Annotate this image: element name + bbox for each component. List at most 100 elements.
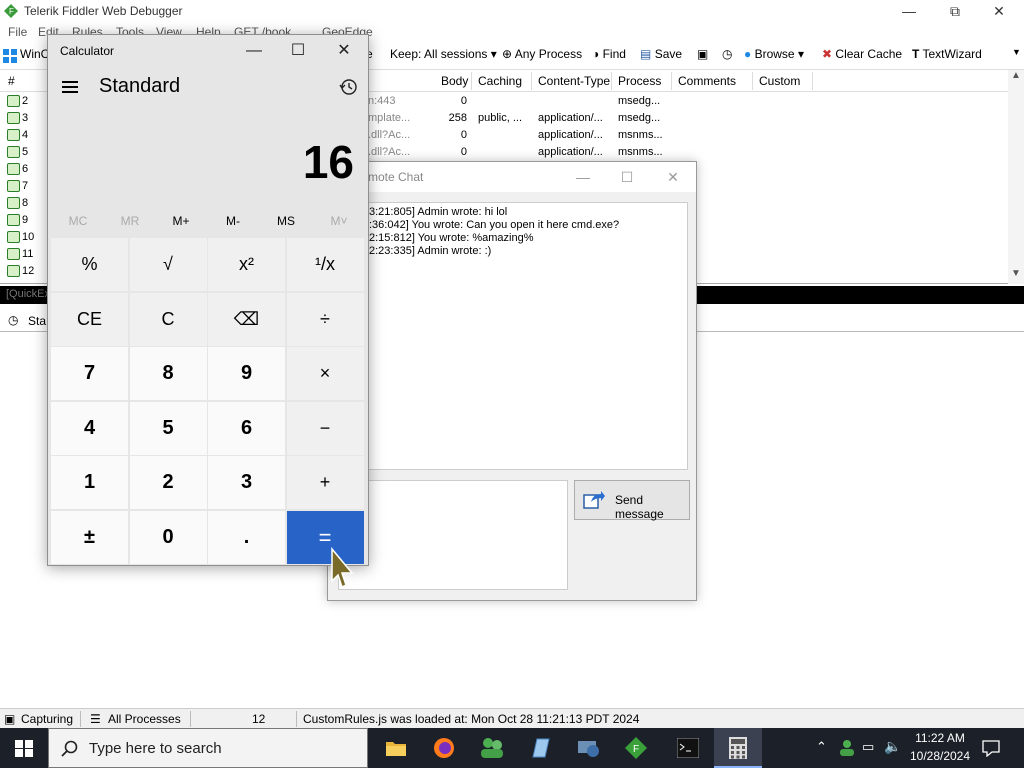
multiply-button[interactable]: × — [286, 347, 364, 400]
sessions-scrollbar[interactable]: ▲ ▼ — [1008, 70, 1024, 284]
memory-button-1[interactable]: MR — [105, 214, 155, 228]
col-process[interactable]: Process — [618, 74, 661, 88]
fiddler-minimize-button[interactable]: — — [886, 0, 932, 22]
tab-statistics[interactable]: Sta — [28, 314, 46, 328]
col-comments[interactable]: Comments — [678, 74, 736, 88]
square-root-button[interactable]: √ — [129, 238, 207, 291]
chat-minimize-button[interactable]: — — [560, 166, 606, 188]
firefox-icon[interactable] — [420, 728, 468, 768]
chat-close-button[interactable]: ✕ — [650, 166, 696, 188]
timer-icon[interactable]: ◷ — [722, 47, 732, 61]
clear-cache-button[interactable]: ✖ Clear Cache — [822, 47, 902, 61]
decimal-button[interactable]: . — [208, 510, 285, 564]
session-process: msnms... — [618, 146, 663, 158]
screenshot-icon[interactable]: ▣ — [697, 47, 708, 61]
digit-6-button[interactable]: 6 — [208, 401, 285, 455]
capturing-icon[interactable]: ▣ — [4, 712, 15, 726]
square-button[interactable]: x² — [208, 238, 285, 291]
ie-icon: ● — [744, 47, 752, 61]
session-id: 12 — [22, 265, 35, 277]
binoculars-icon: ◑ — [592, 47, 600, 61]
status-processes[interactable]: All Processes — [108, 712, 181, 726]
notepad-icon[interactable] — [516, 728, 564, 768]
file-explorer-icon[interactable] — [372, 728, 420, 768]
digit-0-button[interactable]: 0 — [129, 510, 207, 564]
chat-message-input[interactable] — [338, 480, 568, 590]
reciprocal-button[interactable]: ¹/x — [286, 238, 364, 291]
tray-users-icon[interactable] — [838, 739, 856, 757]
clear-button[interactable]: C — [129, 292, 207, 346]
memory-button-2[interactable]: M+ — [156, 214, 206, 228]
digit-3-button[interactable]: 3 — [208, 456, 285, 509]
calculator-taskbar-icon[interactable] — [714, 728, 762, 768]
fiddler-close-button[interactable]: ✕ — [976, 0, 1022, 22]
digit-9-button[interactable]: 9 — [208, 347, 285, 400]
memory-button-3[interactable]: M- — [208, 214, 258, 228]
send-message-button[interactable]: Send message — [574, 480, 690, 521]
col-body[interactable]: Body — [441, 74, 468, 88]
menu-file[interactable]: File — [8, 25, 27, 39]
memory-button-5[interactable]: M˅ — [314, 214, 364, 228]
session-status-icon — [7, 197, 20, 209]
chat-log[interactable]: 3:21:805] Admin wrote: hi lol :36:042] Y… — [338, 202, 688, 470]
subtract-button[interactable]: − — [286, 401, 364, 455]
remote-icon[interactable] — [564, 728, 612, 768]
digit-2-button[interactable]: 2 — [129, 456, 207, 509]
save-button[interactable]: ▤ Save — [640, 47, 682, 61]
calc-close-button[interactable]: ✕ — [324, 41, 364, 61]
winconfig-button[interactable]: WinC — [20, 47, 49, 61]
users-icon[interactable] — [468, 728, 516, 768]
calculator-title: Calculator — [60, 44, 115, 58]
digit-4-button[interactable]: 4 — [51, 401, 128, 455]
fiddler-taskbar-icon[interactable]: F — [612, 728, 660, 768]
session-caching: public, ... — [478, 112, 523, 124]
volume-icon[interactable]: 🔈 — [884, 738, 901, 755]
session-status-icon — [7, 163, 20, 175]
col-content-type[interactable]: Content-Type — [538, 74, 610, 88]
toolbar-overflow-icon[interactable]: ▼ — [1012, 47, 1021, 57]
memory-row: MC MR M+ M- MS M˅ — [48, 211, 368, 235]
session-url: .dll?Ac... — [368, 129, 411, 141]
status-capturing[interactable]: Capturing — [21, 712, 73, 726]
clear-entry-button[interactable]: CE — [51, 292, 128, 346]
add-button[interactable]: + — [286, 456, 364, 509]
keep-sessions-dropdown[interactable]: Keep: All sessions ▾ — [390, 47, 497, 61]
chat-maximize-button[interactable]: ☐ — [604, 166, 650, 188]
digit-7-button[interactable]: 7 — [51, 347, 128, 400]
network-icon[interactable]: ▭ — [862, 739, 874, 755]
hamburger-menu-icon[interactable] — [62, 81, 78, 93]
session-status-icon — [7, 231, 20, 243]
calc-minimize-button[interactable]: — — [234, 41, 274, 61]
percent-button[interactable]: % — [51, 238, 128, 291]
calculator-mode: Standard — [99, 75, 181, 97]
taskbar: Type here to search F ⌃ ▭ 🔈 11:22 AM 10/… — [0, 728, 1024, 768]
negate-button[interactable]: ± — [51, 510, 128, 564]
col-custom[interactable]: Custom — [759, 74, 800, 88]
find-button[interactable]: ◑ Find — [592, 47, 626, 61]
divide-button[interactable]: ÷ — [286, 292, 364, 346]
digit-8-button[interactable]: 8 — [129, 347, 207, 400]
show-hidden-icons-icon[interactable]: ⌃ — [816, 739, 827, 755]
history-icon[interactable] — [338, 77, 358, 97]
digit-1-button[interactable]: 1 — [51, 456, 128, 509]
notifications-icon[interactable] — [982, 739, 1000, 757]
fiddler-restore-button[interactable]: ⧉ — [932, 0, 978, 22]
chat-message: 2:15:812] You wrote: %amazing% — [369, 232, 534, 244]
col-id[interactable]: # — [8, 74, 15, 88]
start-button[interactable] — [0, 728, 48, 768]
taskbar-search-input[interactable]: Type here to search — [48, 728, 368, 768]
browse-button[interactable]: ● Browse ▾ — [744, 47, 804, 61]
status-session-count: 12 — [252, 712, 266, 726]
col-caching[interactable]: Caching — [478, 74, 522, 88]
clock-date[interactable]: 10/28/2024 — [906, 749, 974, 763]
terminal-icon[interactable] — [664, 728, 712, 768]
any-process-button[interactable]: ⊕ Any Process — [502, 47, 582, 61]
clock-time[interactable]: 11:22 AM — [906, 731, 974, 745]
memory-button-0[interactable]: MC — [53, 214, 103, 228]
memory-button-4[interactable]: MS — [261, 214, 311, 228]
session-id: 3 — [22, 112, 29, 124]
backspace-button[interactable]: ⌫ — [208, 292, 285, 346]
digit-5-button[interactable]: 5 — [129, 401, 207, 455]
textwizard-button[interactable]: T TextWizard — [912, 47, 982, 61]
calc-maximize-button[interactable]: ☐ — [278, 41, 318, 61]
